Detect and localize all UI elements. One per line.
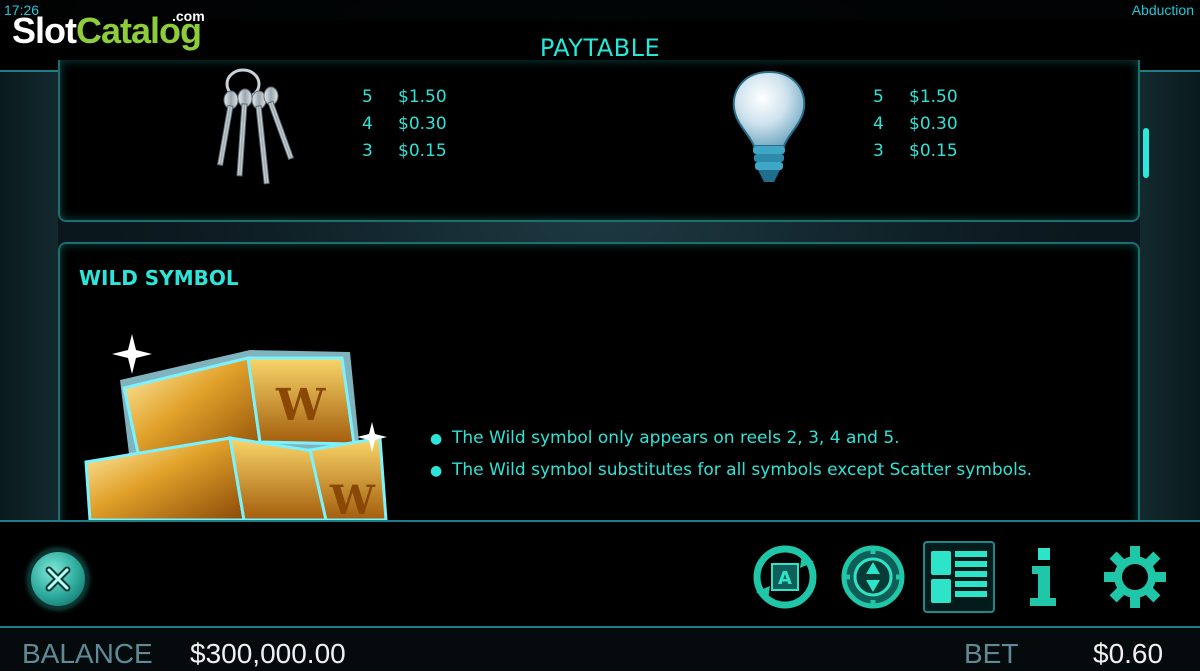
close-icon — [45, 566, 71, 592]
svg-text:W: W — [275, 380, 326, 431]
pay-row: 3 $0.15 — [873, 138, 958, 165]
pay-row: 5 $1.50 — [362, 84, 447, 111]
pay-count: 5 — [362, 87, 373, 107]
autoplay-icon: A — [753, 545, 817, 609]
pay-count: 5 — [873, 87, 884, 107]
pay-row: 3 $0.15 — [362, 138, 447, 165]
autoplay-button[interactable]: A — [752, 544, 818, 610]
keys-icon — [205, 66, 305, 190]
settings-button[interactable] — [1102, 544, 1168, 610]
bullet-icon: ● — [430, 463, 443, 479]
pay-row: 4 $0.30 — [873, 111, 958, 138]
watermark-logo: SlotCatalog .com — [12, 8, 205, 58]
svg-text:W: W — [329, 477, 376, 520]
gear-icon — [1104, 546, 1166, 608]
background-left — [0, 60, 58, 520]
pay-amount: $0.30 — [398, 114, 447, 134]
info-button[interactable] — [1024, 544, 1090, 610]
paytable-button[interactable] — [923, 541, 995, 613]
gold-bars-wild-icon: W W — [80, 322, 400, 520]
list-item: ● The Wild symbol only appears on reels 2… — [430, 425, 1032, 457]
bullet-icon: ● — [430, 431, 443, 447]
pay-row: 5 $1.50 — [873, 84, 958, 111]
paytable-icon — [931, 551, 987, 603]
info-icon — [1030, 548, 1056, 606]
pay-amount: $1.50 — [909, 87, 958, 107]
keys-paytable: 5 $1.50 4 $0.30 3 $0.15 — [362, 84, 447, 165]
pay-amount: $1.50 — [398, 87, 447, 107]
pay-amount: $0.30 — [909, 114, 958, 134]
logo-slot: Slot — [12, 10, 77, 51]
pay-row: 4 $0.30 — [362, 111, 447, 138]
wild-rule-text: The Wild symbol substitutes for all symb… — [452, 460, 1033, 480]
pay-count: 4 — [362, 114, 373, 134]
bet-value: $0.60 — [1093, 638, 1164, 669]
pay-amount: $0.15 — [398, 141, 447, 161]
lightbulb-paytable: 5 $1.50 4 $0.30 3 $0.15 — [873, 84, 958, 165]
scrollbar-thumb[interactable] — [1143, 128, 1149, 178]
control-bar: A — [0, 520, 1200, 626]
lightbulb-icon — [728, 68, 810, 186]
footer-bar: BALANCE $300,000.00 BET $0.60 — [0, 626, 1200, 671]
pay-count: 3 — [873, 141, 884, 161]
game-name: Abduction — [1131, 2, 1194, 18]
bet-button[interactable] — [840, 544, 906, 610]
wild-rules-list: ● The Wild symbol only appears on reels 2… — [430, 425, 1032, 489]
wild-rule-text: The Wild symbol only appears on reels 2,… — [452, 428, 900, 448]
bet-label: BET — [964, 638, 1019, 669]
logo-com: .com — [172, 8, 205, 24]
wild-symbol-title: WILD SYMBOL — [79, 266, 239, 290]
svg-text:A: A — [778, 568, 792, 589]
balance-label: BALANCE — [22, 638, 153, 669]
pay-count: 3 — [362, 141, 373, 161]
bet-chip-icon — [841, 545, 905, 609]
pay-count: 4 — [873, 114, 884, 134]
background-right — [1140, 60, 1200, 520]
list-item: ● The Wild symbol substitutes for all sym… — [430, 457, 1032, 489]
pay-amount: $0.15 — [909, 141, 958, 161]
page-title: PAYTABLE — [539, 34, 661, 62]
balance-value: $300,000.00 — [190, 638, 346, 669]
close-button[interactable] — [28, 549, 88, 609]
